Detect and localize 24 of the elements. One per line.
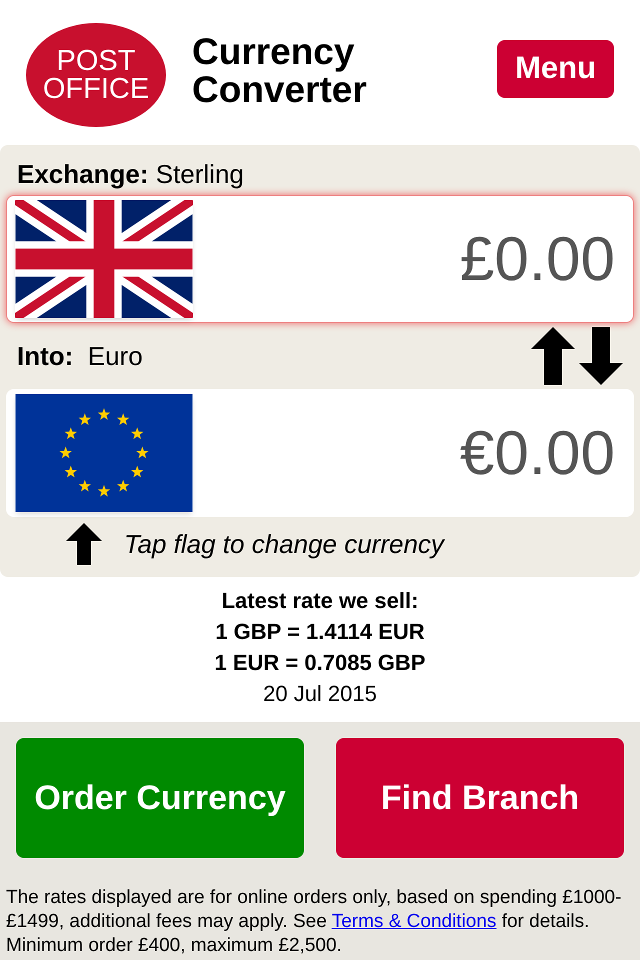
rate-heading: Latest rate we sell: <box>222 587 418 615</box>
logo-text: OFFICE <box>42 74 150 102</box>
currency-card[interactable]: £0.00 <box>6 195 634 323</box>
currency-card[interactable]: €0.00 <box>6 389 634 517</box>
amount-text: £0.00 <box>460 224 615 296</box>
exchange-label: Exchange: Sterling <box>16 158 245 191</box>
hint-text: Tap flag to change currency <box>124 528 444 560</box>
amount-text: €0.00 <box>460 418 615 490</box>
flag-icon[interactable] <box>15 394 193 512</box>
disclaimer-text: The rates displayed are for online orders only, based on spending £1000-£1499, additional fees may apply. See Terms & Conditions for details. Minimum order £400, maximum £2,500. <box>5 886 622 958</box>
rate-text: 1 EUR = 0.7085 GBP <box>214 649 426 677</box>
terms-link[interactable]: Terms & Conditions <box>332 911 496 932</box>
app-title: Converter <box>192 70 367 108</box>
logo-text: POST <box>56 46 136 74</box>
rate-date: 20 Jul 2015 <box>263 680 377 708</box>
app-title: Currency <box>192 32 356 70</box>
arrow-up-icon <box>66 523 102 565</box>
action-button[interactable]: Order Currency <box>16 738 304 858</box>
flag-icon[interactable] <box>15 200 193 318</box>
menu-button[interactable]: Menu <box>497 40 614 98</box>
rate-text: 1 GBP = 1.4114 EUR <box>215 618 425 646</box>
into-label: Into: Euro <box>17 340 143 372</box>
action-button[interactable]: Find Branch <box>336 738 624 858</box>
swap-arrows-icon[interactable] <box>531 327 623 385</box>
